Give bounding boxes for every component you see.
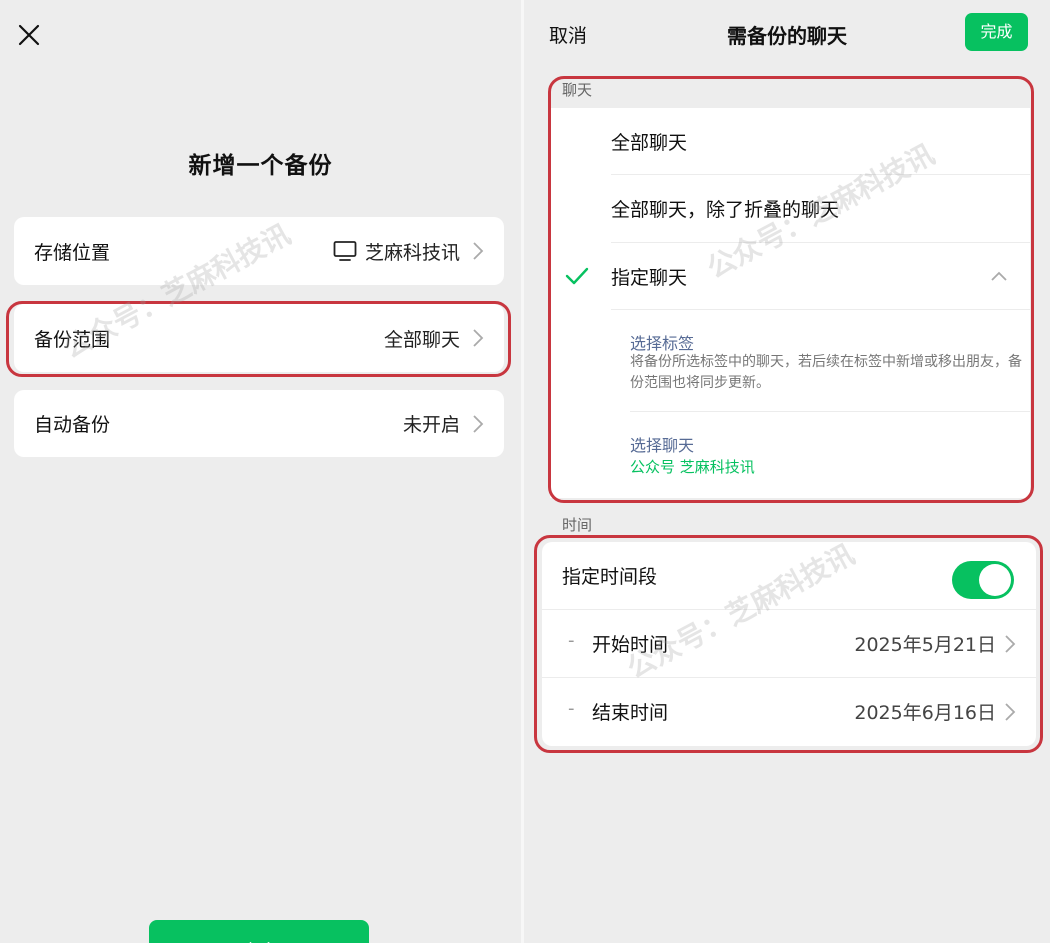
select-tags-description: 将备份所选标签中的聊天，若后续在标签中新增或移出朋友，备份范围也将同步更新。 bbox=[630, 354, 1022, 391]
row-label: 自动备份 bbox=[34, 414, 111, 436]
chevron-right-icon bbox=[473, 414, 484, 433]
checkmark-icon bbox=[565, 267, 589, 285]
monitor-icon bbox=[333, 241, 357, 261]
separator bbox=[630, 411, 1030, 412]
time-range-toggle[interactable] bbox=[952, 561, 1014, 599]
start-time-value: 2025年5月21日 bbox=[854, 634, 996, 656]
chevron-right-icon bbox=[473, 242, 484, 260]
backup-range-row[interactable]: 备份范围 全部聊天 bbox=[14, 304, 504, 372]
close-icon[interactable] bbox=[14, 20, 44, 50]
storage-value: 芝麻科技讯 bbox=[364, 241, 460, 264]
row-value: 未开启 bbox=[403, 410, 484, 437]
row-value: 全部聊天 bbox=[384, 325, 484, 352]
option-all-chats[interactable]: 全部聊天 bbox=[550, 108, 1030, 175]
row-label: 备份范围 bbox=[34, 328, 111, 351]
chevron-right-icon bbox=[473, 329, 484, 347]
option-label: 全部聊天，除了折叠的聊天 bbox=[611, 199, 840, 221]
chat-options-card: 全部聊天 全部聊天，除了折叠的聊天 指定聊天 选择标签 将备份所选标签中的聊天，… bbox=[550, 108, 1030, 498]
chat-section-label: 聊天 bbox=[562, 81, 593, 99]
confirm-button[interactable]: 确定 bbox=[149, 920, 369, 943]
row-value: 芝麻科技讯 bbox=[333, 238, 484, 265]
time-card: 指定时间段 - 开始时间 2025年5月21日 - 结束时间 2025年6月16… bbox=[542, 542, 1036, 746]
time-range-row: 指定时间段 bbox=[542, 542, 1036, 609]
done-button[interactable]: 完成 bbox=[965, 13, 1028, 51]
end-time-label: 结束时间 bbox=[592, 702, 669, 724]
time-range-label: 指定时间段 bbox=[562, 566, 658, 588]
add-backup-panel: 新增一个备份 存储位置 芝麻科技讯 备份范围 全部聊天 自动备份 未开启 确定 … bbox=[0, 0, 521, 943]
chats-to-backup-panel: 取消 需备份的聊天 完成 聊天 全部聊天 全部聊天，除了折叠的聊天 指定聊天 选… bbox=[524, 0, 1050, 943]
toggle-knob bbox=[979, 564, 1011, 596]
time-section-label: 时间 bbox=[562, 516, 593, 534]
backup-range-value: 全部聊天 bbox=[383, 328, 460, 351]
chevron-up-icon bbox=[991, 271, 1007, 281]
page-title: 新增一个备份 bbox=[188, 153, 333, 179]
row-label: 存储位置 bbox=[34, 241, 111, 264]
separator bbox=[611, 309, 1030, 310]
option-specified-chats[interactable]: 指定聊天 bbox=[550, 243, 1030, 310]
end-time-value: 2025年6月16日 bbox=[854, 702, 996, 724]
end-time-row[interactable]: - 结束时间 2025年6月16日 bbox=[542, 678, 1036, 745]
select-chats-value: 公众号 芝麻科技讯 bbox=[630, 458, 755, 476]
chevron-right-icon bbox=[1005, 635, 1016, 653]
option-all-except-folded[interactable]: 全部聊天，除了折叠的聊天 bbox=[550, 175, 1030, 242]
start-time-row[interactable]: - 开始时间 2025年5月21日 bbox=[542, 610, 1036, 677]
chevron-right-icon bbox=[1005, 703, 1016, 721]
auto-backup-value: 未开启 bbox=[402, 414, 460, 436]
dash-marker: - bbox=[568, 698, 575, 719]
auto-backup-row[interactable]: 自动备份 未开启 bbox=[14, 390, 504, 457]
dash-marker: - bbox=[568, 630, 575, 651]
storage-location-row[interactable]: 存储位置 芝麻科技讯 bbox=[14, 217, 504, 285]
select-chats-title: 选择聊天 bbox=[630, 436, 695, 455]
option-label: 指定聊天 bbox=[611, 267, 688, 289]
option-label: 全部聊天 bbox=[611, 132, 688, 154]
select-tags-title: 选择标签 bbox=[630, 334, 695, 353]
start-time-label: 开始时间 bbox=[592, 634, 669, 656]
